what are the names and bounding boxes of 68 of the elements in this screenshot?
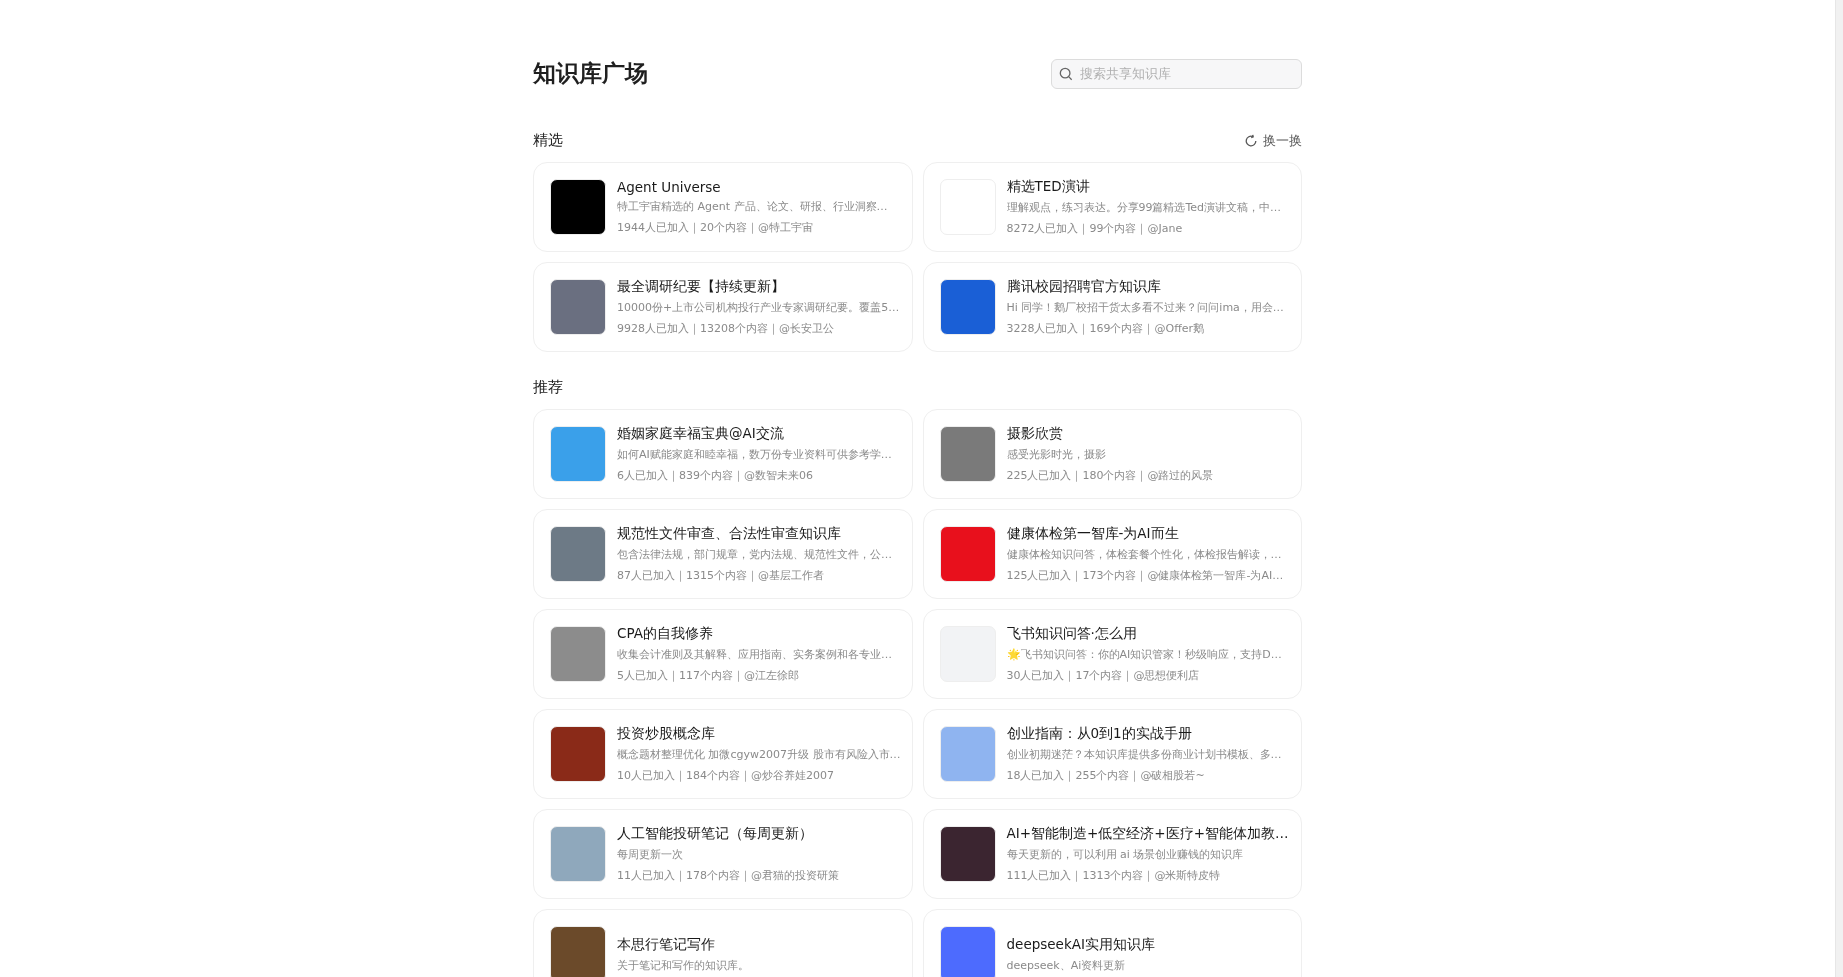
- card-title: 摄影欣赏: [1006, 425, 1064, 443]
- card-title: 健康体检第一智库-为AI而生: [1006, 525, 1180, 543]
- card-stats: 11人已加入｜178个内容｜@君猫的投资研策: [617, 868, 840, 883]
- card-description: 理解观点，练习表达。分享99篇精选Ted演讲文稿，中…: [1006, 200, 1283, 215]
- card-description: 健康体检知识问答，体检套餐个性化，体检报告解读，…: [1006, 547, 1283, 562]
- shuffle-button[interactable]: 换一换: [1244, 131, 1302, 150]
- knowledge-base-card[interactable]: 最全调研纪要【持续更新】 10000份+上市公司机构投行产业专家调研纪要。覆盖5… 9928人已加入｜13208个内容｜@长安卫公: [533, 262, 913, 352]
- knowledge-base-card[interactable]: 飞书知识问答·怎么用 🌟飞书知识问答：你的AI知识管家！秒级响应，支持D… 30人已加入｜17个内容｜@思想便利店: [922, 609, 1302, 699]
- card-description: 关于笔记和写作的知识库。: [617, 957, 750, 973]
- card-title: 规范性文件审查、合法性审查知识库: [617, 525, 842, 543]
- card-title: 创业指南：从0到1的实战手册: [1006, 725, 1193, 743]
- card-description: Hi 同学！鹅厂校招干货太多看不过来？问问ima，用会…: [1006, 300, 1285, 315]
- card-title: 飞书知识问答·怎么用: [1006, 625, 1138, 643]
- card-stats: 8272人已加入｜99个内容｜@Jane: [1006, 221, 1184, 236]
- card-stats: 30人已加入｜17个内容｜@思想便利店: [1006, 668, 1201, 683]
- card-title: deepseekAI实用知识库: [1006, 935, 1156, 954]
- card-description: 每周更新一次: [617, 847, 684, 862]
- card-stats: 3228人已加入｜169个内容｜@Offer鹅: [1006, 321, 1206, 336]
- page-title: 知识库广场: [533, 59, 648, 88]
- card-description: 感受光影时光，摄影: [1006, 447, 1107, 462]
- knowledge-base-card[interactable]: 创业指南：从0到1的实战手册 创业初期迷茫？本知识库提供多份商业计划书模板、多… 18人已加入｜255个内容｜@破相股若~: [922, 709, 1302, 799]
- knowledge-base-card[interactable]: 婚姻家庭幸福宝典@AI交流 如何AI赋能家庭和睦幸福，数万份专业资料可供参考学… 6人已加入｜839个内容｜@数智未来06: [533, 409, 913, 499]
- card-title: 本思行笔记写作: [617, 935, 716, 954]
- card-description: 收集会计准则及其解释、应用指南、实务案例和各专业…: [617, 647, 893, 662]
- search-icon: [1059, 66, 1073, 81]
- card-stats: 5人已加入｜117个内容｜@江左徐郎: [617, 668, 800, 683]
- card-description: 每天更新的，可以利用 ai 场景创业赚钱的知识库: [1006, 847, 1245, 862]
- knowledge-base-card[interactable]: CPA的自我修养 收集会计准则及其解释、应用指南、实务案例和各专业… 5人已加入｜117个内容｜@江左徐郎: [533, 609, 913, 699]
- card-description: 🌟飞书知识问答：你的AI知识管家！秒级响应，支持D…: [1006, 647, 1283, 662]
- section-heading: 推荐: [533, 378, 563, 397]
- knowledge-base-card[interactable]: 规范性文件审查、合法性审查知识库 包含法律法规，部门规章，党内法规、规范性文件，公… 87人已加入｜1315个内容｜@基层工作者: [533, 509, 913, 599]
- card-description: deepseek、Ai资料更新: [1006, 957, 1127, 973]
- card-title: 投资炒股概念库: [617, 725, 716, 743]
- card-stats: 18人已加入｜255个内容｜@破相股若~: [1006, 768, 1206, 783]
- card-description: 特工宇宙精选的 Agent 产品、论文、研报、行业洞察…: [617, 199, 889, 214]
- card-stats: 1944人已加入｜20个内容｜@特工宇宙: [617, 220, 814, 235]
- knowledge-base-card[interactable]: AI+智能制造+低空经济+医疗+智能体加教… 每天更新的，可以利用 ai 场景创业赚钱的知识库 111人已加入｜1313个内容｜@米斯特皮特: [922, 809, 1302, 899]
- card-title: 腾讯校园招聘官方知识库: [1006, 278, 1162, 296]
- knowledge-base-card[interactable]: 健康体检第一智库-为AI而生 健康体检知识问答，体检套餐个性化，体检报告解读，… 125人已加入｜173个内容｜@健康体检第一智库-为AI…: [922, 509, 1302, 599]
- knowledge-base-card[interactable]: 本思行笔记写作 关于笔记和写作的知识库。: [533, 909, 913, 977]
- knowledge-base-card[interactable]: 摄影欣赏 感受光影时光，摄影 225人已加入｜180个内容｜@路过的风景: [922, 409, 1302, 499]
- card-description: 创业初期迷茫？本知识库提供多份商业计划书模板、多…: [1006, 747, 1283, 762]
- card-stats: 9928人已加入｜13208个内容｜@长安卫公: [617, 321, 835, 336]
- card-stats: 125人已加入｜173个内容｜@健康体检第一智库-为AI…: [1006, 568, 1285, 583]
- card-title: CPA的自我修养: [617, 625, 714, 643]
- card-description: 包含法律法规，部门规章，党内法规、规范性文件，公…: [617, 547, 893, 562]
- card-stats: 87人已加入｜1315个内容｜@基层工作者: [617, 568, 825, 583]
- card-description: 10000份+上市公司机构投行产业专家调研纪要。覆盖5…: [617, 300, 896, 315]
- knowledge-base-card[interactable]: 投资炒股概念库 概念题材整理优化 加微cgyw2007升级 股市有风险入市… 10人已加入｜184个内容｜@炒谷养娃2007: [533, 709, 913, 799]
- card-description: 如何AI赋能家庭和睦幸福，数万份专业资料可供参考学…: [617, 447, 893, 462]
- card-title: 人工智能投研笔记（每周更新）: [617, 825, 814, 843]
- card-title: Agent Universe: [617, 179, 722, 195]
- knowledge-base-card[interactable]: 精选TED演讲 理解观点，练习表达。分享99篇精选Ted演讲文稿，中… 8272人已加入｜99个内容｜@Jane: [922, 162, 1302, 252]
- refresh-icon: [1244, 133, 1258, 148]
- section-heading: 精选: [533, 131, 563, 150]
- search-field[interactable]: 搜索共享知识库: [1051, 58, 1302, 89]
- knowledge-base-card[interactable]: deepseekAI实用知识库 deepseek、Ai资料更新: [922, 909, 1302, 977]
- card-stats: 225人已加入｜180个内容｜@路过的风景: [1006, 468, 1215, 483]
- knowledge-base-card[interactable]: Agent Universe 特工宇宙精选的 Agent 产品、论文、研报、行业洞察… 1944人已加入｜20个内容｜@特工宇宙: [533, 162, 913, 252]
- card-title: 精选TED演讲: [1006, 178, 1091, 196]
- card-title: 最全调研纪要【持续更新】: [617, 278, 786, 296]
- card-stats: 6人已加入｜839个内容｜@数智未来06: [617, 468, 814, 483]
- card-stats: 10人已加入｜184个内容｜@炒谷养娃2007: [617, 768, 835, 783]
- card-title: 婚姻家庭幸福宝典@AI交流: [617, 425, 785, 443]
- card-stats: 111人已加入｜1313个内容｜@米斯特皮特: [1006, 868, 1222, 883]
- knowledge-base-card[interactable]: 腾讯校园招聘官方知识库 Hi 同学！鹅厂校招干货太多看不过来？问问ima，用会… 3228人已加入｜169个内容｜@Offer鹅: [922, 262, 1302, 352]
- card-title: AI+智能制造+低空经济+医疗+智能体加教…: [1006, 825, 1285, 843]
- knowledge-base-card[interactable]: 人工智能投研笔记（每周更新） 每周更新一次 11人已加入｜178个内容｜@君猫的投资研策: [533, 809, 913, 899]
